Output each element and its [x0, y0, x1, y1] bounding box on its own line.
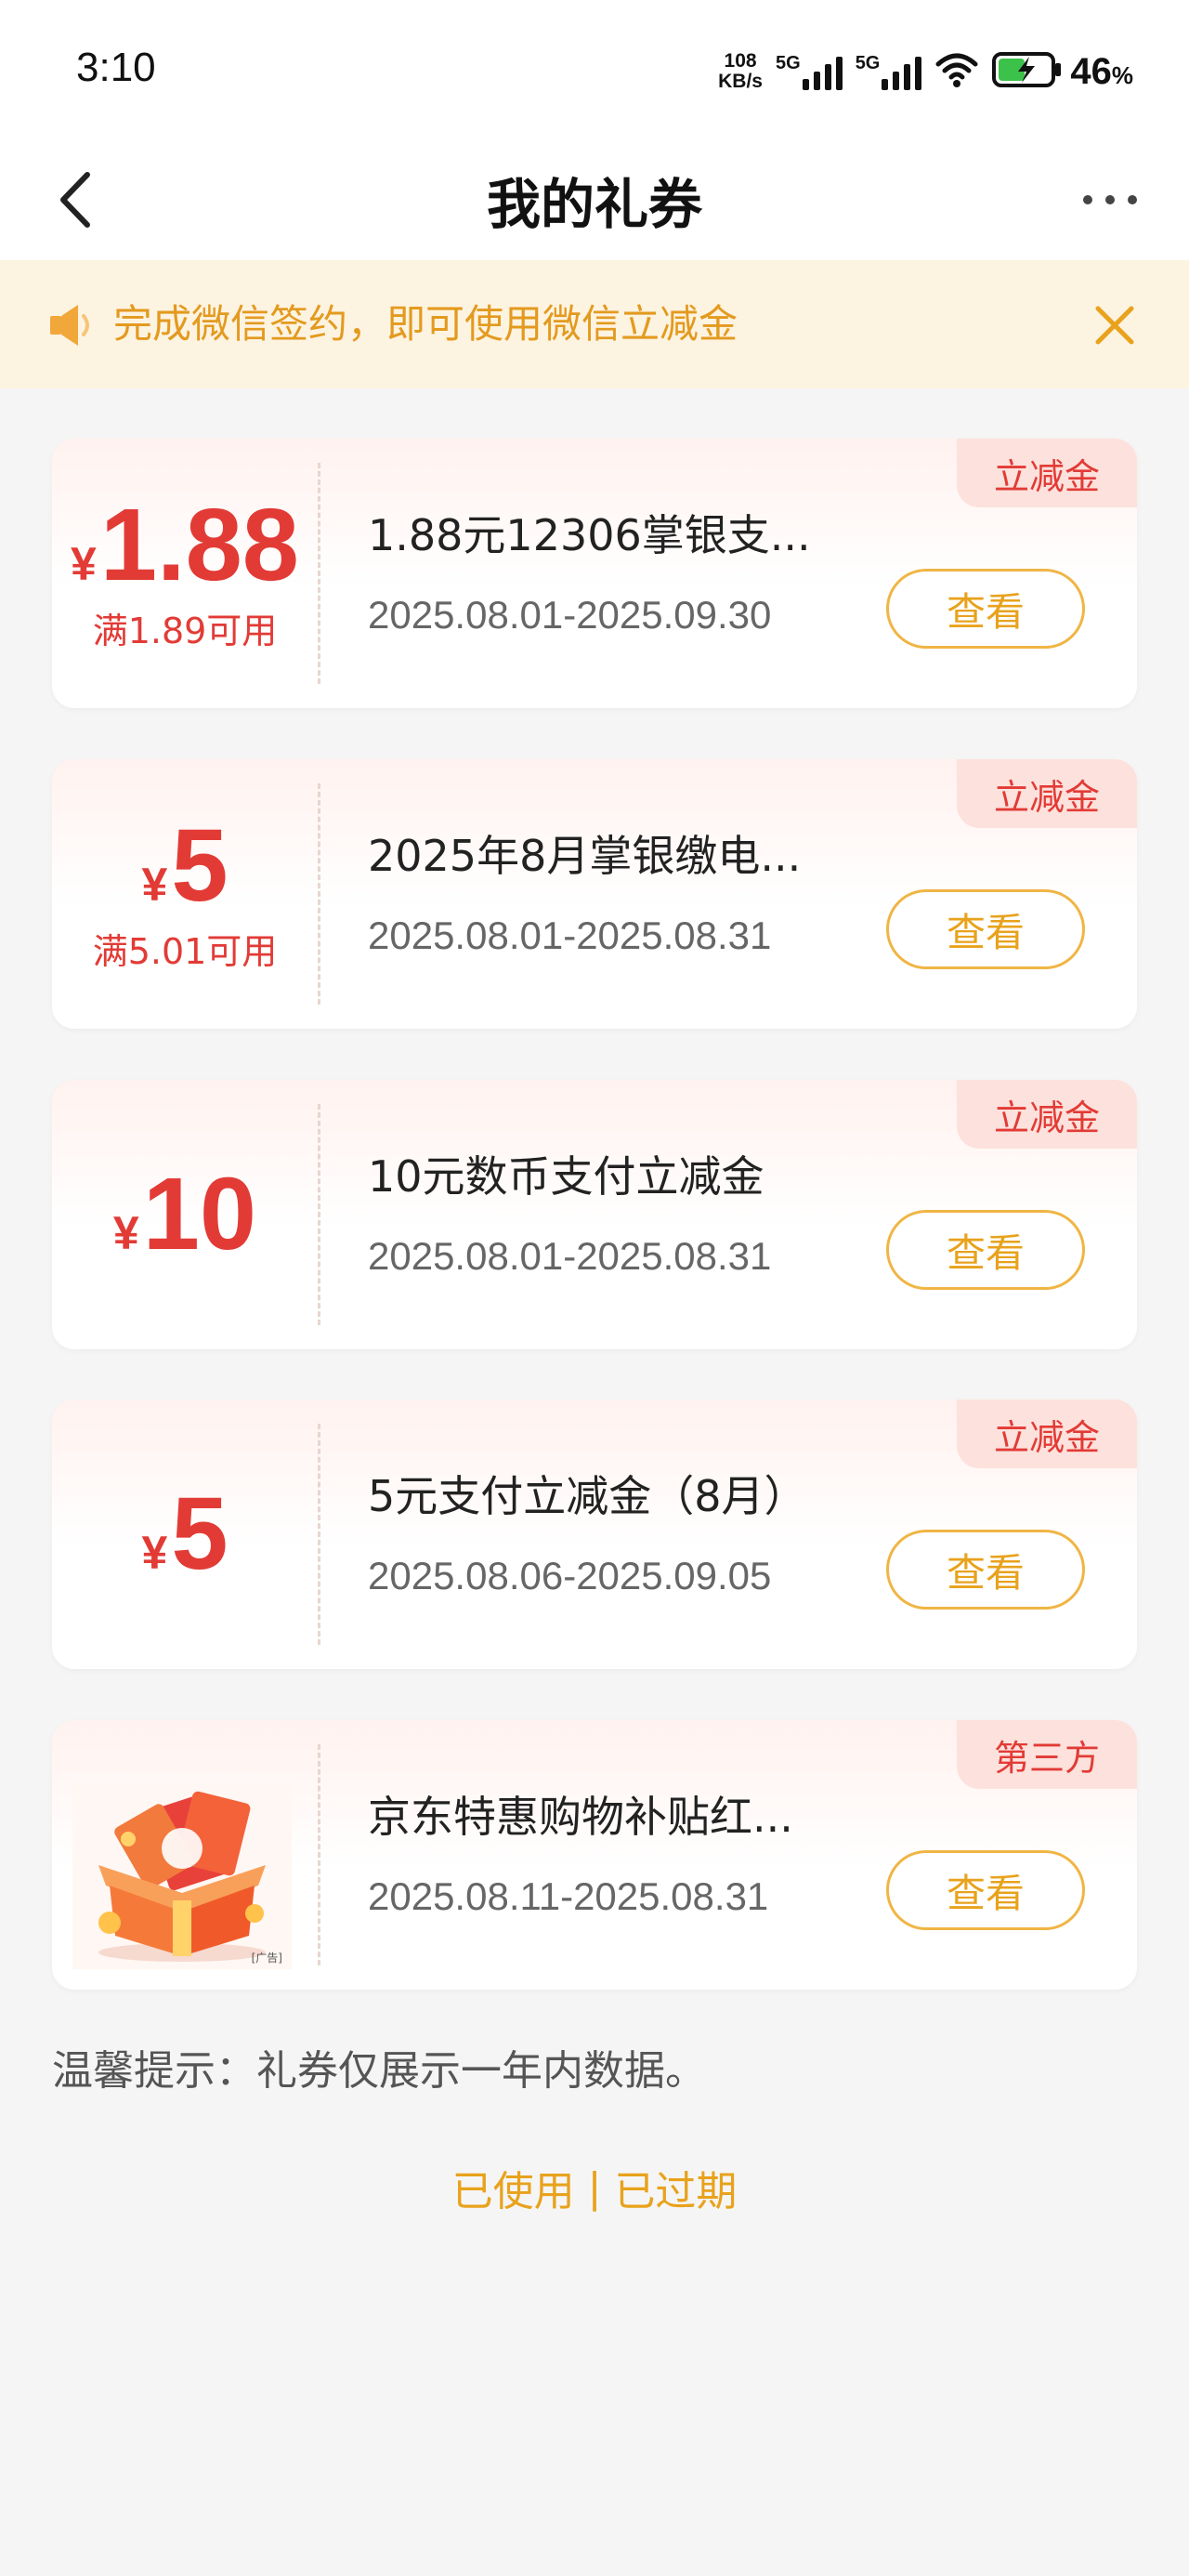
- coupon-value: ¥ 1.88 满1.89可用: [52, 439, 318, 708]
- coupon-type-badge: 立减金: [957, 1080, 1137, 1149]
- coupon-card[interactable]: ¥ 10 10元数币支付立减金 2025.08.01-2025.08.31 立减…: [52, 1080, 1137, 1349]
- more-button[interactable]: [1068, 163, 1152, 237]
- ad-label: [广告]: [251, 1952, 282, 1965]
- status-bar: 3:10 108 KB/s 5G 5G 46%: [0, 0, 1189, 139]
- coupon-name: 京东特惠购物补贴红...: [368, 1792, 793, 1842]
- notice-banner[interactable]: 完成微信签约，即可使用微信立减金: [0, 260, 1189, 388]
- header: 我的礼券: [0, 139, 1189, 260]
- back-button[interactable]: [37, 158, 111, 242]
- coupon-date-range: 2025.08.01-2025.08.31: [368, 913, 772, 957]
- wifi-icon: [934, 51, 979, 93]
- coupon-type-badge: 立减金: [957, 439, 1137, 507]
- gift-box-image: [广告]: [72, 1783, 292, 1969]
- view-button[interactable]: 查看: [886, 1530, 1085, 1610]
- battery-icon: [992, 51, 1063, 93]
- divider: [318, 463, 320, 684]
- coupon-name: 5元支付立减金（8月）: [368, 1471, 807, 1521]
- battery: 46%: [992, 51, 1133, 93]
- history-links: 已使用 | 已过期: [0, 2158, 1189, 2217]
- divider: [318, 783, 320, 1005]
- separator: |: [587, 2163, 602, 2212]
- coupon-type-badge: 立减金: [957, 1400, 1137, 1468]
- coupon-value: ¥ 5 满5.01可用: [52, 759, 318, 1029]
- signal-icon: 5G: [856, 53, 922, 90]
- view-button[interactable]: 查看: [886, 569, 1085, 649]
- status-indicators: 108 KB/s 5G 5G 46%: [718, 48, 1133, 95]
- network-speed: 108 KB/s: [718, 51, 763, 92]
- coupon-amount: 10: [142, 1157, 257, 1271]
- currency-symbol: ¥: [141, 858, 168, 911]
- coupon-value: ¥ 5: [52, 1400, 318, 1669]
- coupon-date-range: 2025.08.01-2025.09.30: [368, 593, 772, 637]
- divider: [318, 1104, 320, 1325]
- coupon-type-badge: 第三方: [957, 1720, 1137, 1789]
- view-button[interactable]: 查看: [886, 889, 1085, 969]
- coupon-amount: 5: [171, 808, 229, 923]
- back-arrow-icon: [60, 172, 90, 228]
- network-speed-unit: KB/s: [718, 71, 763, 92]
- coupon-name: 1.88元12306掌银支...: [368, 510, 811, 560]
- signal-icon: 5G: [776, 53, 843, 90]
- coupon-amount: 5: [171, 1477, 229, 1591]
- coupon-name: 10元数币支付立减金: [368, 1151, 764, 1202]
- tip-text: 温馨提示：礼券仅展示一年内数据。: [52, 2047, 706, 2095]
- divider: [318, 1424, 320, 1645]
- coupon-date-range: 2025.08.01-2025.08.31: [368, 1234, 772, 1278]
- coupon-card[interactable]: ¥ 5 满5.01可用 2025年8月掌银缴电... 2025.08.01-20…: [52, 759, 1137, 1029]
- coupon-condition: 满1.89可用: [92, 610, 278, 651]
- signal-label: 5G: [855, 53, 881, 73]
- coupon-amount: 1.88: [99, 487, 299, 602]
- coupon-card[interactable]: ¥ 5 5元支付立减金（8月） 2025.08.06-2025.09.05 立减…: [52, 1400, 1137, 1669]
- coupon-name: 2025年8月掌银缴电...: [368, 831, 802, 881]
- coupon-card[interactable]: [广告] 京东特惠购物补贴红... 2025.08.11-2025.08.31 …: [52, 1720, 1137, 1990]
- notice-text: 完成微信签约，即可使用微信立减金: [113, 301, 738, 347]
- coupon-value: ¥ 10: [52, 1080, 318, 1349]
- expired-coupons-link[interactable]: 已过期: [614, 2158, 737, 2217]
- coupon-type-badge: 立减金: [957, 759, 1137, 828]
- coupon-date-range: 2025.08.11-2025.08.31: [368, 1874, 769, 1918]
- page-title: 我的礼券: [486, 173, 702, 236]
- close-button[interactable]: [1078, 288, 1152, 362]
- divider: [318, 1744, 320, 1965]
- coupon-condition: 满5.01可用: [92, 930, 278, 972]
- speaker-icon: [46, 299, 98, 355]
- network-speed-value: 108: [724, 50, 757, 72]
- coupon-date-range: 2025.08.06-2025.09.05: [368, 1554, 772, 1597]
- status-time: 3:10: [76, 45, 156, 90]
- close-icon: [1095, 306, 1134, 345]
- battery-percent: 46%: [1070, 50, 1133, 92]
- coupon-card[interactable]: ¥ 1.88 满1.89可用 1.88元12306掌银支... 2025.08.…: [52, 439, 1137, 708]
- signal-label: 5G: [776, 53, 801, 73]
- used-coupons-link[interactable]: 已使用: [452, 2158, 575, 2217]
- currency-symbol: ¥: [141, 1527, 168, 1579]
- currency-symbol: ¥: [112, 1207, 139, 1259]
- view-button[interactable]: 查看: [886, 1850, 1085, 1930]
- currency-symbol: ¥: [71, 537, 97, 590]
- view-button[interactable]: 查看: [886, 1210, 1085, 1290]
- more-icon: [1083, 195, 1137, 204]
